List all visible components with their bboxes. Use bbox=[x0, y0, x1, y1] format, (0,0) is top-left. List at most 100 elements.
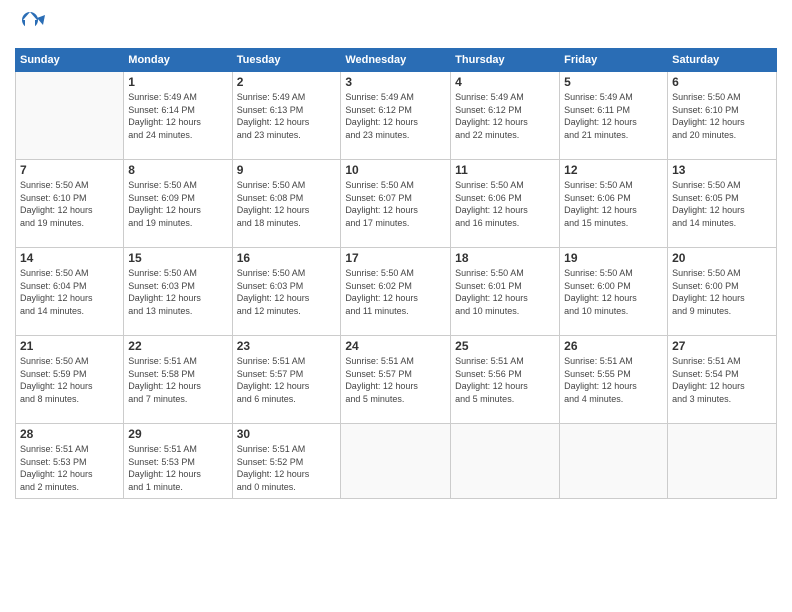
day-number: 26 bbox=[564, 339, 663, 353]
calendar-cell: 5 Sunrise: 5:49 AM Sunset: 6:11 PM Daylig… bbox=[560, 72, 668, 160]
page: SundayMondayTuesdayWednesdayThursdayFrid… bbox=[0, 0, 792, 612]
calendar-header: Wednesday bbox=[341, 49, 451, 72]
day-number: 29 bbox=[128, 427, 227, 441]
calendar-cell: 29 Sunrise: 5:51 AM Sunset: 5:53 PM Dayli… bbox=[124, 424, 232, 499]
day-number: 1 bbox=[128, 75, 227, 89]
day-number: 8 bbox=[128, 163, 227, 177]
calendar-cell: 1Sunrise: 5:49 AM Sunset: 6:14 PM Daylig… bbox=[124, 72, 232, 160]
calendar-cell: 14 Sunrise: 5:50 AM Sunset: 6:04 PM Dayli… bbox=[16, 248, 124, 336]
calendar-cell: 25Sunrise: 5:51 AM Sunset: 5:56 PM Dayli… bbox=[451, 336, 560, 424]
calendar-cell: 27 Sunrise: 5:51 AM Sunset: 5:54 PM Dayli… bbox=[668, 336, 777, 424]
day-info: Sunrise: 5:49 AM Sunset: 6:13 PM Dayligh… bbox=[237, 91, 337, 141]
calendar-cell: 4 Sunrise: 5:49 AM Sunset: 6:12 PM Daylig… bbox=[451, 72, 560, 160]
calendar-cell bbox=[341, 424, 451, 499]
day-number: 22 bbox=[128, 339, 227, 353]
calendar-cell: 26 Sunrise: 5:51 AM Sunset: 5:55 PM Dayli… bbox=[560, 336, 668, 424]
day-number: 12 bbox=[564, 163, 663, 177]
day-info: Sunrise: 5:50 AM Sunset: 6:07 PM Dayligh… bbox=[345, 179, 446, 229]
day-info: Sunrise: 5:51 AM Sunset: 5:54 PM Dayligh… bbox=[672, 355, 772, 405]
day-number: 15 bbox=[128, 251, 227, 265]
calendar-cell: 17 Sunrise: 5:50 AM Sunset: 6:02 PM Dayli… bbox=[341, 248, 451, 336]
day-info: Sunrise: 5:49 AM Sunset: 6:12 PM Dayligh… bbox=[345, 91, 446, 141]
day-number: 3 bbox=[345, 75, 446, 89]
day-number: 7 bbox=[20, 163, 119, 177]
calendar-cell: 7 Sunrise: 5:50 AM Sunset: 6:10 PM Daylig… bbox=[16, 160, 124, 248]
calendar-cell bbox=[560, 424, 668, 499]
calendar-cell: 24 Sunrise: 5:51 AM Sunset: 5:57 PM Dayli… bbox=[341, 336, 451, 424]
day-number: 11 bbox=[455, 163, 555, 177]
calendar-cell: 9Sunrise: 5:50 AM Sunset: 6:08 PM Daylig… bbox=[232, 160, 341, 248]
calendar-cell: 10 Sunrise: 5:50 AM Sunset: 6:07 PM Dayli… bbox=[341, 160, 451, 248]
calendar-cell: 21 Sunrise: 5:50 AM Sunset: 5:59 PM Dayli… bbox=[16, 336, 124, 424]
calendar-header: Friday bbox=[560, 49, 668, 72]
day-info: Sunrise: 5:50 AM Sunset: 6:03 PM Dayligh… bbox=[237, 267, 337, 317]
calendar-cell: 13 Sunrise: 5:50 AM Sunset: 6:05 PM Dayli… bbox=[668, 160, 777, 248]
day-info: Sunrise: 5:49 AM Sunset: 6:12 PM Dayligh… bbox=[455, 91, 555, 141]
calendar-cell bbox=[16, 72, 124, 160]
day-info: Sunrise: 5:50 AM Sunset: 6:05 PM Dayligh… bbox=[672, 179, 772, 229]
logo-icon bbox=[15, 10, 45, 40]
day-number: 27 bbox=[672, 339, 772, 353]
day-info: Sunrise: 5:51 AM Sunset: 5:52 PM Dayligh… bbox=[237, 443, 337, 493]
day-info: Sunrise: 5:50 AM Sunset: 6:06 PM Dayligh… bbox=[564, 179, 663, 229]
day-number: 30 bbox=[237, 427, 337, 441]
header bbox=[15, 10, 777, 40]
calendar-cell: 18 Sunrise: 5:50 AM Sunset: 6:01 PM Dayli… bbox=[451, 248, 560, 336]
day-info: Sunrise: 5:49 AM Sunset: 6:11 PM Dayligh… bbox=[564, 91, 663, 141]
calendar-cell: 19 Sunrise: 5:50 AM Sunset: 6:00 PM Dayli… bbox=[560, 248, 668, 336]
day-info: Sunrise: 5:50 AM Sunset: 5:59 PM Dayligh… bbox=[20, 355, 119, 405]
calendar-cell: 22 Sunrise: 5:51 AM Sunset: 5:58 PM Dayli… bbox=[124, 336, 232, 424]
calendar-cell: 11 Sunrise: 5:50 AM Sunset: 6:06 PM Dayli… bbox=[451, 160, 560, 248]
day-number: 18 bbox=[455, 251, 555, 265]
calendar-header: Monday bbox=[124, 49, 232, 72]
day-info: Sunrise: 5:50 AM Sunset: 6:02 PM Dayligh… bbox=[345, 267, 446, 317]
day-info: Sunrise: 5:51 AM Sunset: 5:53 PM Dayligh… bbox=[128, 443, 227, 493]
day-number: 17 bbox=[345, 251, 446, 265]
day-info: Sunrise: 5:50 AM Sunset: 6:10 PM Dayligh… bbox=[672, 91, 772, 141]
calendar-cell: 6 Sunrise: 5:50 AM Sunset: 6:10 PM Daylig… bbox=[668, 72, 777, 160]
day-info: Sunrise: 5:50 AM Sunset: 6:06 PM Dayligh… bbox=[455, 179, 555, 229]
day-info: Sunrise: 5:51 AM Sunset: 5:53 PM Dayligh… bbox=[20, 443, 119, 493]
day-info: Sunrise: 5:51 AM Sunset: 5:57 PM Dayligh… bbox=[237, 355, 337, 405]
day-info: Sunrise: 5:50 AM Sunset: 6:00 PM Dayligh… bbox=[564, 267, 663, 317]
calendar-cell bbox=[451, 424, 560, 499]
day-info: Sunrise: 5:50 AM Sunset: 6:10 PM Dayligh… bbox=[20, 179, 119, 229]
calendar-cell: 30 Sunrise: 5:51 AM Sunset: 5:52 PM Dayli… bbox=[232, 424, 341, 499]
calendar-cell: 2Sunrise: 5:49 AM Sunset: 6:13 PM Daylig… bbox=[232, 72, 341, 160]
day-number: 24 bbox=[345, 339, 446, 353]
day-info: Sunrise: 5:50 AM Sunset: 6:09 PM Dayligh… bbox=[128, 179, 227, 229]
logo bbox=[15, 10, 49, 40]
calendar-cell: 23 Sunrise: 5:51 AM Sunset: 5:57 PM Dayli… bbox=[232, 336, 341, 424]
calendar-header: Tuesday bbox=[232, 49, 341, 72]
day-number: 6 bbox=[672, 75, 772, 89]
calendar-cell: 3 Sunrise: 5:49 AM Sunset: 6:12 PM Daylig… bbox=[341, 72, 451, 160]
calendar-header: Sunday bbox=[16, 49, 124, 72]
day-number: 21 bbox=[20, 339, 119, 353]
calendar: SundayMondayTuesdayWednesdayThursdayFrid… bbox=[15, 48, 777, 499]
day-number: 13 bbox=[672, 163, 772, 177]
day-number: 10 bbox=[345, 163, 446, 177]
calendar-cell bbox=[668, 424, 777, 499]
day-info: Sunrise: 5:50 AM Sunset: 6:08 PM Dayligh… bbox=[237, 179, 337, 229]
day-info: Sunrise: 5:50 AM Sunset: 6:03 PM Dayligh… bbox=[128, 267, 227, 317]
day-number: 23 bbox=[237, 339, 337, 353]
day-number: 28 bbox=[20, 427, 119, 441]
day-number: 20 bbox=[672, 251, 772, 265]
day-info: Sunrise: 5:50 AM Sunset: 6:01 PM Dayligh… bbox=[455, 267, 555, 317]
day-info: Sunrise: 5:51 AM Sunset: 5:57 PM Dayligh… bbox=[345, 355, 446, 405]
day-number: 5 bbox=[564, 75, 663, 89]
day-number: 14 bbox=[20, 251, 119, 265]
day-number: 4 bbox=[455, 75, 555, 89]
calendar-cell: 16Sunrise: 5:50 AM Sunset: 6:03 PM Dayli… bbox=[232, 248, 341, 336]
day-info: Sunrise: 5:50 AM Sunset: 6:00 PM Dayligh… bbox=[672, 267, 772, 317]
calendar-cell: 15 Sunrise: 5:50 AM Sunset: 6:03 PM Dayli… bbox=[124, 248, 232, 336]
day-number: 25 bbox=[455, 339, 555, 353]
calendar-cell: 20 Sunrise: 5:50 AM Sunset: 6:00 PM Dayli… bbox=[668, 248, 777, 336]
calendar-header: Saturday bbox=[668, 49, 777, 72]
calendar-cell: 28 Sunrise: 5:51 AM Sunset: 5:53 PM Dayli… bbox=[16, 424, 124, 499]
day-number: 19 bbox=[564, 251, 663, 265]
day-info: Sunrise: 5:50 AM Sunset: 6:04 PM Dayligh… bbox=[20, 267, 119, 317]
day-info: Sunrise: 5:51 AM Sunset: 5:55 PM Dayligh… bbox=[564, 355, 663, 405]
day-info: Sunrise: 5:51 AM Sunset: 5:58 PM Dayligh… bbox=[128, 355, 227, 405]
calendar-cell: 8 Sunrise: 5:50 AM Sunset: 6:09 PM Daylig… bbox=[124, 160, 232, 248]
